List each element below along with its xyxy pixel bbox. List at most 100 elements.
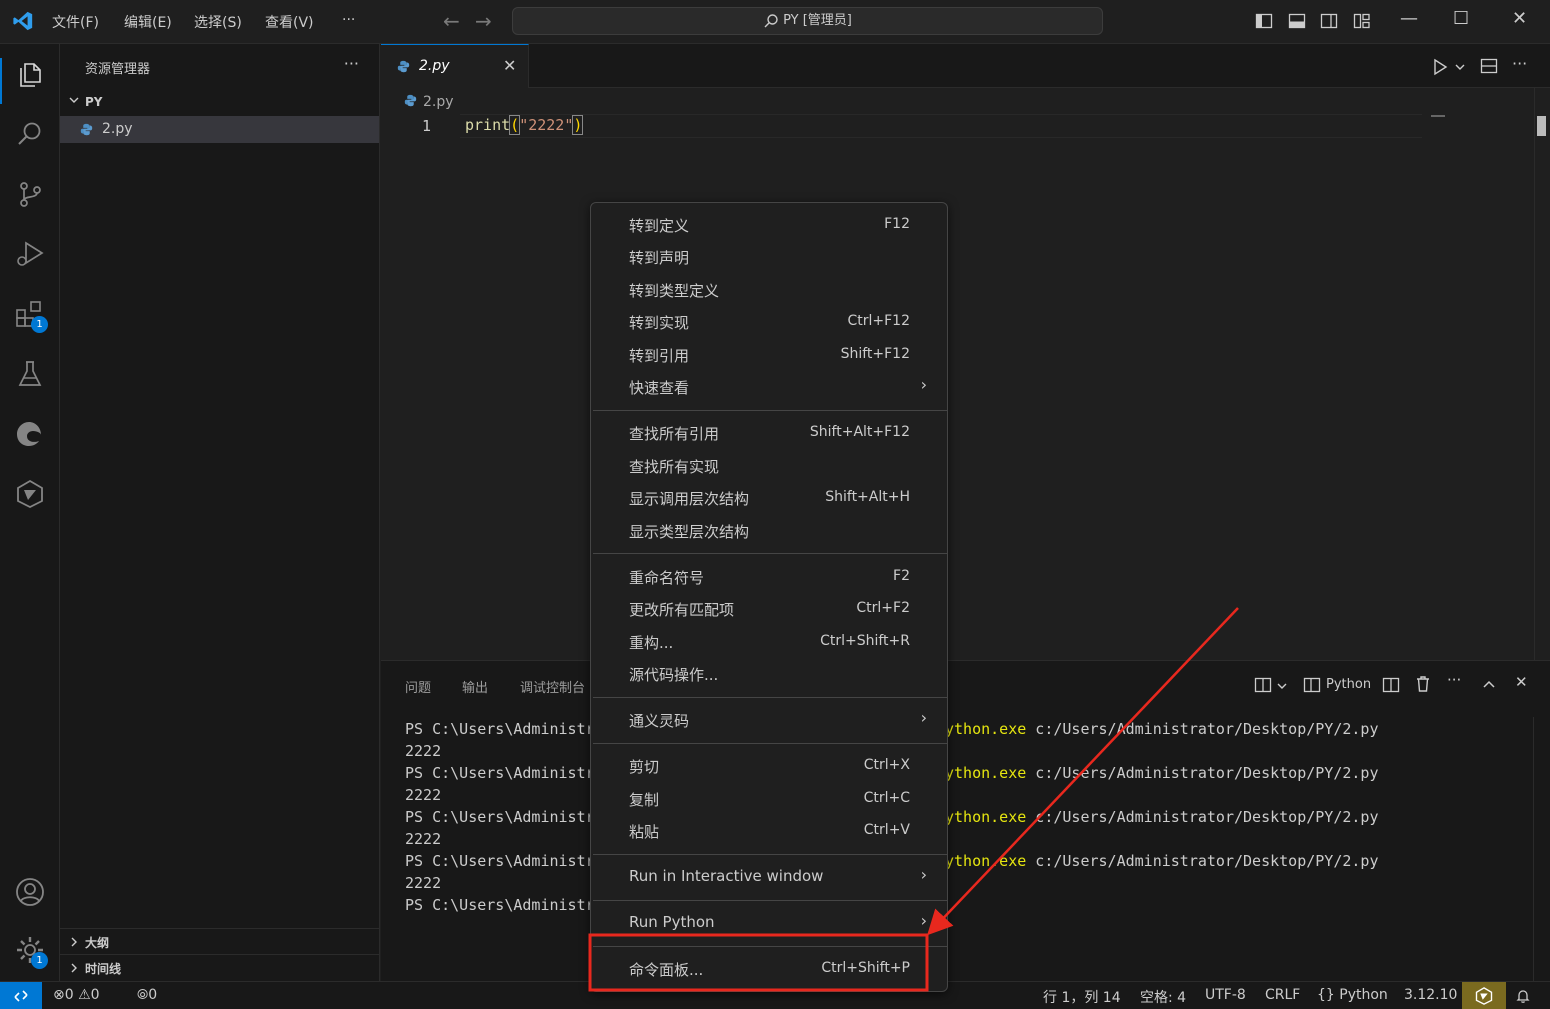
kill-terminal-trash-icon[interactable] (1415, 675, 1431, 693)
remote-indicator[interactable] (0, 982, 42, 1009)
menu-edit[interactable]: 编辑(E) (124, 12, 172, 32)
code-line[interactable]: print("2222") (465, 115, 584, 135)
submenu-chevron-right-icon: › (920, 375, 927, 394)
command-center-search[interactable]: PY [管理员] (512, 7, 1103, 35)
menu-item-shortcut: F2 (893, 568, 910, 584)
terminal-line: 2222 (405, 742, 442, 760)
menu-selection[interactable]: 选择(S) (194, 12, 242, 32)
menu-item-cut[interactable]: 剪切 Ctrl+X (591, 752, 947, 780)
edge-browser-icon[interactable] (14, 418, 46, 450)
menu-item-copy[interactable]: 复制 Ctrl+C (591, 785, 947, 813)
terminal-command: ython.exe c:/Users/Administrator/Desktop… (945, 808, 1378, 826)
back-arrow-icon[interactable]: ← (443, 9, 460, 33)
close-panel-icon[interactable]: ✕ (1515, 673, 1528, 691)
menu-file[interactable]: 文件(F) (52, 12, 99, 32)
python-interpreter[interactable]: 3.12.10 (1404, 987, 1457, 1003)
menu-item-refactor[interactable]: 重构... Ctrl+Shift+R (591, 628, 947, 656)
run-debug-icon[interactable] (14, 238, 46, 270)
menu-item-label: 查找所有实现 (629, 458, 720, 476)
toggle-primary-sidebar-icon[interactable] (1255, 12, 1273, 30)
menu-item-command-palette[interactable]: 命令面板... Ctrl+Shift+P (591, 955, 947, 983)
close-window-icon[interactable]: ✕ (1512, 8, 1527, 29)
menu-item-run-python[interactable]: Run Python › (591, 909, 947, 937)
menu-item-go-to-type-definition[interactable]: 转到类型定义 (591, 276, 947, 304)
tab-problems[interactable]: 问题 (405, 677, 431, 696)
tab-debug-console[interactable]: 调试控制台 (520, 677, 585, 696)
timeline-section[interactable]: 时间线 (60, 954, 379, 980)
terminal-profile-label[interactable]: Python (1326, 677, 1371, 692)
menu-item-show-type-hierarchy[interactable]: 显示类型层次结构 (591, 517, 947, 545)
tongyi-lingma-icon[interactable] (14, 478, 46, 510)
menu-item-shortcut: Ctrl+F12 (847, 313, 910, 329)
explorer-icon[interactable] (14, 58, 46, 90)
language-mode[interactable]: {} Python (1317, 987, 1388, 1003)
maximize-panel-chevron-up-icon[interactable] (1482, 678, 1496, 692)
menu-more[interactable]: ··· (342, 12, 355, 28)
terminal-command: ython.exe c:/Users/Administrator/Desktop… (945, 764, 1378, 782)
folder-py[interactable]: PY (60, 92, 379, 112)
minimize-window-icon[interactable]: — (1400, 8, 1418, 29)
terminal-instance-icon[interactable] (1303, 676, 1321, 694)
toggle-panel-icon[interactable] (1288, 12, 1306, 30)
maximize-window-icon[interactable]: ☐ (1453, 8, 1469, 29)
menu-item-rename-symbol[interactable]: 重命名符号 F2 (591, 563, 947, 591)
menu-item-label: 快速查看 (629, 379, 690, 397)
command-center-label: PY [管理员] (783, 13, 852, 28)
sidebar-more-actions-icon[interactable]: ··· (344, 54, 359, 73)
menu-item-go-to-declaration[interactable]: 转到声明 (591, 243, 947, 271)
close-tab-icon[interactable]: ✕ (503, 56, 516, 75)
terminal-dropdown-chevron-icon[interactable] (1276, 680, 1288, 692)
menu-separator (593, 553, 947, 554)
cursor-position[interactable]: 行 1，列 14 (1043, 987, 1121, 1007)
menu-item-go-to-definition[interactable]: 转到定义 F12 (591, 211, 947, 239)
split-panel-icon[interactable] (1382, 676, 1400, 694)
editor-scrollbar-thumb[interactable] (1537, 116, 1546, 136)
forward-arrow-icon[interactable]: → (475, 9, 492, 33)
file-item-2py[interactable]: 2.py (60, 116, 379, 143)
menu-item-go-to-implementation[interactable]: 转到实现 Ctrl+F12 (591, 308, 947, 336)
tab-output[interactable]: 输出 (462, 677, 488, 696)
panel-more-actions-icon[interactable]: ··· (1447, 671, 1461, 689)
menu-item-label: 复制 (629, 791, 660, 809)
ports-count: 0 (148, 987, 158, 1003)
menu-item-find-all-implementations[interactable]: 查找所有实现 (591, 452, 947, 480)
customize-layout-icon[interactable] (1353, 12, 1371, 30)
notifications-bell-icon[interactable] (1515, 988, 1531, 1004)
language-label: Python (1339, 987, 1388, 1003)
indentation-status[interactable]: 空格: 4 (1140, 987, 1186, 1007)
menu-item-change-all-occurrences[interactable]: 更改所有匹配项 Ctrl+F2 (591, 595, 947, 623)
menu-item-run-in-interactive-window[interactable]: Run in Interactive window › (591, 863, 947, 891)
editor-more-actions-icon[interactable]: ··· (1512, 54, 1527, 73)
menu-item-tongyi-lingma[interactable]: 通义灵码 › (591, 706, 947, 734)
menu-item-find-all-references[interactable]: 查找所有引用 Shift+Alt+F12 (591, 419, 947, 447)
source-control-icon[interactable] (14, 178, 46, 210)
menu-item-source-action[interactable]: 源代码操作... (591, 660, 947, 688)
terminal-command: ython.exe c:/Users/Administrator/Desktop… (945, 852, 1378, 870)
tab-2py[interactable]: 2.py ✕ (381, 44, 529, 88)
menu-item-peek[interactable]: 快速查看 › (591, 373, 947, 401)
current-line-highlight (460, 114, 1422, 138)
menu-item-go-to-references[interactable]: 转到引用 Shift+F12 (591, 341, 947, 369)
split-terminal-icon[interactable] (1254, 676, 1272, 694)
run-python-file-icon[interactable] (1431, 58, 1449, 76)
outline-section[interactable]: 大纲 (60, 928, 379, 954)
tongyi-lingma-status[interactable] (1462, 982, 1506, 1009)
search-icon[interactable] (14, 118, 46, 150)
terminal-exe: ython.exe (945, 852, 1027, 870)
menu-item-shortcut: Ctrl+X (863, 757, 910, 773)
ports-status[interactable]: ⦾0 (137, 987, 157, 1003)
toggle-secondary-sidebar-icon[interactable] (1320, 12, 1338, 30)
split-editor-icon[interactable] (1480, 57, 1498, 75)
testing-flask-icon[interactable] (14, 358, 46, 390)
encoding-status[interactable]: UTF-8 (1205, 987, 1246, 1003)
breadcrumb-file[interactable]: 2.py (423, 94, 454, 110)
eol-status[interactable]: CRLF (1265, 987, 1300, 1003)
run-dropdown-chevron-icon[interactable] (1454, 61, 1466, 73)
accounts-icon[interactable] (14, 876, 46, 908)
menu-view[interactable]: 查看(V) (265, 12, 314, 32)
menu-item-show-call-hierarchy[interactable]: 显示调用层次结构 Shift+Alt+H (591, 484, 947, 512)
breadcrumb[interactable]: 2.py (404, 93, 454, 110)
problems-status[interactable]: ⊗0 ⚠0 (53, 987, 100, 1003)
menu-item-paste[interactable]: 粘贴 Ctrl+V (591, 817, 947, 845)
minimap[interactable] (1431, 115, 1445, 117)
